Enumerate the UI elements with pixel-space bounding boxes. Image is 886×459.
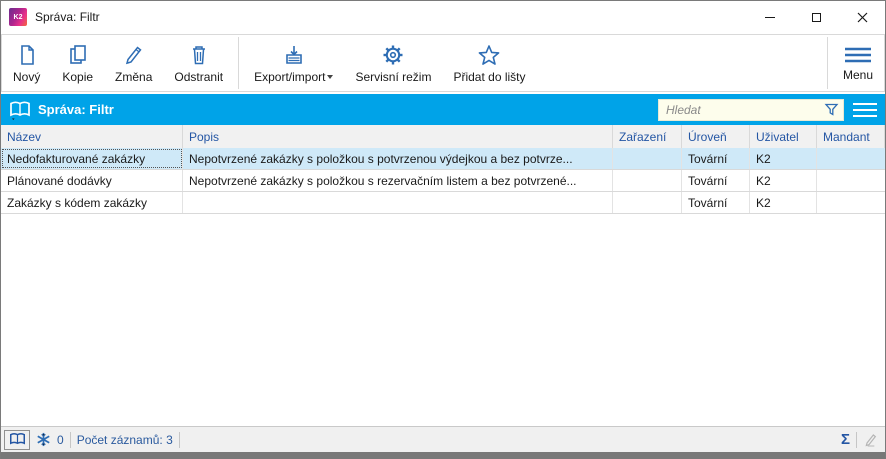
cell-mandant[interactable] — [817, 170, 885, 191]
status-bar: 0 Počet záznamů: 3 Σ — [1, 426, 885, 452]
export-import-button[interactable]: Export/import — [243, 35, 344, 91]
snowflake-icon — [37, 432, 50, 447]
search-input[interactable] — [666, 102, 824, 117]
new-button-label: Nový — [13, 69, 41, 84]
delete-button[interactable]: Odstranit — [163, 35, 234, 91]
cell-nazev[interactable]: Nedofakturované zakázky — [1, 148, 183, 169]
menu-button-label: Menu — [842, 67, 873, 82]
cell-nazev[interactable]: Zakázky s kódem zakázky — [1, 192, 183, 213]
open-book-icon — [10, 100, 30, 120]
trash-icon — [192, 45, 205, 64]
edit-button[interactable]: Změna — [104, 35, 163, 91]
add-to-bar-button-label: Přidat do lišty — [453, 69, 526, 84]
service-mode-button-label: Servisní režim — [355, 69, 432, 84]
dropdown-arrow-icon — [327, 75, 334, 80]
cell-zarazeni[interactable] — [613, 192, 682, 213]
edit-pencil-icon — [125, 45, 142, 64]
minimize-button[interactable] — [747, 1, 793, 33]
cell-uzivatel[interactable]: K2 — [750, 148, 817, 169]
record-count: Počet záznamů: 3 — [76, 432, 173, 447]
window-controls — [747, 1, 885, 33]
new-document-icon — [20, 44, 34, 65]
taskbar-strip — [1, 452, 885, 459]
panel-menu-icon[interactable] — [853, 102, 877, 117]
cell-popis[interactable]: Nepotvrzené zakázky s položkou s potvrze… — [183, 148, 613, 169]
column-header-popis[interactable]: Popis — [183, 125, 613, 148]
close-button[interactable] — [839, 1, 885, 33]
filter-funnel-icon[interactable] — [824, 102, 839, 117]
copy-icon — [69, 44, 86, 64]
edit-disabled-icon — [865, 433, 877, 446]
export-import-icon — [285, 45, 302, 64]
cell-uroven[interactable]: Tovární — [682, 170, 750, 191]
table-empty-area — [1, 214, 885, 426]
gear-icon — [383, 45, 403, 64]
book-view-button[interactable] — [4, 429, 30, 450]
hamburger-icon — [844, 47, 871, 62]
delete-button-label: Odstranit — [174, 69, 224, 84]
toolbar-separator — [826, 37, 828, 89]
column-header-zarazeni[interactable]: Zařazení — [613, 125, 682, 148]
minimize-icon — [765, 16, 775, 18]
edit-button-label: Změna — [115, 69, 153, 84]
add-to-bar-button[interactable]: Přidat do lišty — [442, 35, 536, 91]
new-button[interactable]: Nový — [2, 35, 51, 91]
cell-mandant[interactable] — [817, 148, 885, 169]
toolbar-separator — [238, 37, 240, 89]
cell-zarazeni[interactable] — [613, 170, 682, 191]
table-body: Nedofakturované zakázky Nepotvrzené zaká… — [1, 148, 885, 214]
app-window: K2 Správa: Filtr Nový Kopie Změna Odstra… — [0, 0, 886, 459]
table-row[interactable]: Zakázky s kódem zakázky Tovární K2 — [1, 192, 885, 214]
cell-uzivatel[interactable]: K2 — [750, 170, 817, 191]
menu-button[interactable]: Menu — [832, 35, 884, 91]
cell-popis[interactable] — [183, 192, 613, 213]
column-header-nazev[interactable]: Název — [1, 125, 183, 148]
column-header-uroven[interactable]: Úroveň — [682, 125, 750, 148]
export-import-button-label: Export/import — [254, 70, 334, 84]
frozen-count: 0 — [57, 432, 64, 447]
column-header-mandant[interactable]: Mandant — [817, 125, 885, 148]
k2-app-icon: K2 — [9, 8, 27, 26]
search-box — [658, 98, 844, 121]
statusbar-separator — [178, 431, 180, 448]
close-icon — [857, 12, 867, 22]
panel-title: Správa: Filtr — [38, 102, 114, 117]
statusbar-separator — [69, 431, 71, 448]
copy-button[interactable]: Kopie — [51, 35, 104, 91]
column-header-uzivatel[interactable]: Uživatel — [750, 125, 817, 148]
sum-button[interactable]: Σ — [841, 432, 850, 447]
window-title: Správa: Filtr — [35, 10, 100, 24]
table-header: Název Popis Zařazení Úroveň Uživatel Man… — [1, 125, 885, 148]
maximize-icon — [811, 12, 821, 22]
copy-button-label: Kopie — [62, 69, 94, 84]
toolbar: Nový Kopie Změna Odstranit Export/import… — [1, 34, 885, 92]
panel-header: Správa: Filtr — [1, 94, 885, 125]
maximize-button[interactable] — [793, 1, 839, 33]
cell-uroven[interactable]: Tovární — [682, 148, 750, 169]
title-bar: K2 Správa: Filtr — [1, 1, 885, 33]
cell-zarazeni[interactable] — [613, 148, 682, 169]
cell-uroven[interactable]: Tovární — [682, 192, 750, 213]
star-icon — [479, 44, 500, 65]
service-mode-button[interactable]: Servisní režim — [344, 35, 442, 91]
cell-nazev[interactable]: Plánované dodávky — [1, 170, 183, 191]
table-row[interactable]: Plánované dodávky Nepotvrzené zakázky s … — [1, 170, 885, 192]
statusbar-separator — [856, 431, 857, 448]
cell-popis[interactable]: Nepotvrzené zakázky s položkou s rezerva… — [183, 170, 613, 191]
cell-mandant[interactable] — [817, 192, 885, 213]
cell-uzivatel[interactable]: K2 — [750, 192, 817, 213]
table-row[interactable]: Nedofakturované zakázky Nepotvrzené zaká… — [1, 148, 885, 170]
book-icon — [9, 432, 25, 445]
